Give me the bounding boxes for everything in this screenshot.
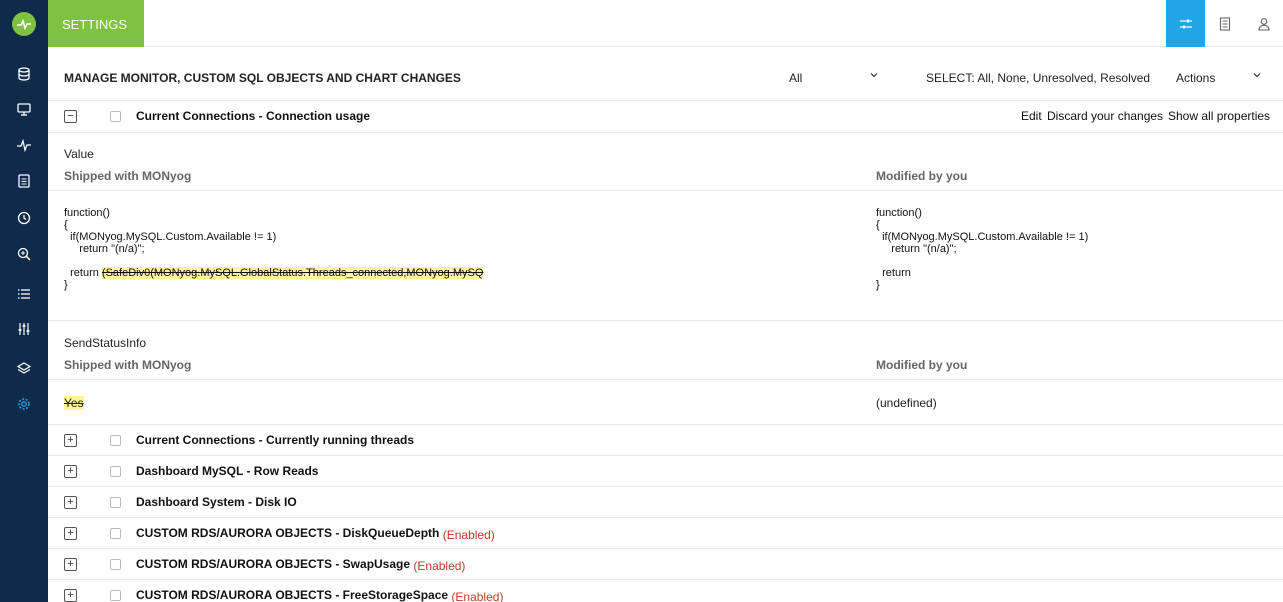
sendstatus-diff: Yes (undefined) [48, 380, 1283, 425]
expand-icon[interactable]: + [64, 496, 77, 509]
expand-icon[interactable]: + [64, 434, 77, 447]
main-content: MANAGE MONITOR, CUSTOM SQL OBJECTS AND C… [48, 47, 1283, 602]
item-checkbox[interactable] [110, 435, 121, 446]
value-diff: function() { if(MONyog.MySQL.Custom.Avai… [48, 191, 1283, 321]
item-title: Dashboard MySQL - Row Reads [136, 464, 319, 478]
report-button[interactable] [1205, 0, 1244, 47]
settings-sliders-button[interactable] [1166, 0, 1205, 47]
modified-column-label: Modified by you [876, 358, 968, 372]
edit-link[interactable]: Edit [1021, 109, 1042, 123]
zoom-icon[interactable] [12, 242, 36, 266]
property-name: Value [64, 147, 94, 161]
expand-icon[interactable]: + [64, 465, 77, 478]
settings-sliders-icon [1179, 19, 1192, 28]
item-title: Current Connections - Currently running … [136, 433, 415, 447]
clock-icon[interactable] [12, 206, 36, 230]
removed-code: (SafeDiv0(MONyog.MySQL.GlobalStatus.Thre… [101, 267, 484, 279]
sidebar [0, 0, 48, 602]
gear-icon[interactable] [12, 392, 36, 416]
item-checkbox[interactable] [110, 497, 121, 508]
collapse-icon[interactable]: − [64, 110, 77, 123]
discard-changes-link[interactable]: Discard your changes [1047, 109, 1163, 123]
top-bar: SETTINGS [48, 0, 1283, 47]
layers-icon[interactable] [12, 356, 36, 380]
item-checkbox[interactable] [110, 590, 121, 601]
show-all-properties-link[interactable]: Show all properties [1168, 109, 1270, 123]
value-section-header: Value Shipped with MONyog Modified by yo… [48, 133, 1283, 191]
list-item[interactable]: + Dashboard MySQL - Row Reads [48, 456, 1283, 487]
database-icon[interactable] [12, 62, 36, 86]
modified-column-label: Modified by you [876, 169, 968, 183]
chevron-down-icon[interactable] [868, 69, 880, 81]
shipped-column-label: Shipped with MONyog [64, 169, 192, 183]
item-title: Dashboard System - Disk IO [136, 495, 297, 509]
user-button[interactable] [1244, 0, 1283, 47]
pulse-logo-icon [12, 11, 36, 36]
manage-header: MANAGE MONITOR, CUSTOM SQL OBJECTS AND C… [48, 47, 1283, 101]
modified-value: (undefined) [876, 396, 937, 410]
report-icon [1219, 16, 1230, 31]
monitor-icon[interactable] [12, 97, 36, 121]
list-item[interactable]: + Dashboard System - Disk IO [48, 487, 1283, 518]
list-item[interactable]: + CUSTOM RDS/AURORA OBJECTS - SwapUsage … [48, 549, 1283, 580]
page-title: MANAGE MONITOR, CUSTOM SQL OBJECTS AND C… [64, 71, 461, 85]
item-checkbox[interactable] [110, 466, 121, 477]
list-item[interactable]: + Current Connections - Currently runnin… [48, 425, 1283, 456]
list-item[interactable]: + CUSTOM RDS/AURORA OBJECTS - DiskQueueD… [48, 518, 1283, 549]
actions-dropdown[interactable]: Actions [1176, 71, 1215, 85]
item-title: CUSTOM RDS/AURORA OBJECTS - FreeStorageS… [136, 588, 504, 602]
item-title: CUSTOM RDS/AURORA OBJECTS - SwapUsage (E… [136, 557, 466, 573]
enabled-status: (Enabled) [442, 528, 495, 542]
filter-dropdown-value[interactable]: All [789, 71, 802, 85]
item-title: CUSTOM RDS/AURORA OBJECTS - DiskQueueDep… [136, 526, 495, 542]
expand-icon[interactable]: + [64, 558, 77, 571]
item-checkbox[interactable] [110, 528, 121, 539]
tab-settings[interactable]: SETTINGS [48, 0, 144, 47]
select-options[interactable]: SELECT: All, None, Unresolved, Resolved [926, 71, 1150, 85]
item-checkbox[interactable] [110, 559, 121, 570]
pulse-icon[interactable] [12, 133, 36, 157]
sendstatus-section-header: SendStatusInfo Shipped with MONyog Modif… [48, 321, 1283, 380]
item-title: Current Connections - Connection usage [136, 109, 371, 123]
shipped-code: function() { if(MONyog.MySQL.Custom.Avai… [64, 207, 484, 291]
sliders-icon[interactable] [12, 317, 36, 341]
app-logo[interactable] [0, 0, 48, 47]
chevron-down-icon[interactable] [1251, 69, 1263, 81]
list-icon[interactable] [12, 282, 36, 306]
expand-icon[interactable]: + [64, 527, 77, 540]
document-icon[interactable] [12, 169, 36, 193]
enabled-status: (Enabled) [451, 590, 504, 602]
property-name: SendStatusInfo [64, 336, 147, 350]
modified-code: function() { if(MONyog.MySQL.Custom.Avai… [876, 207, 1089, 291]
enabled-status: (Enabled) [413, 559, 466, 573]
shipped-value: Yes [64, 396, 84, 410]
list-item[interactable]: + CUSTOM RDS/AURORA OBJECTS - FreeStorag… [48, 580, 1283, 602]
expand-icon[interactable]: + [64, 589, 77, 602]
shipped-column-label: Shipped with MONyog [64, 358, 192, 372]
list-item-expanded: − Current Connections - Connection usage… [48, 101, 1283, 133]
user-icon [1257, 17, 1270, 31]
item-checkbox[interactable] [110, 111, 121, 122]
